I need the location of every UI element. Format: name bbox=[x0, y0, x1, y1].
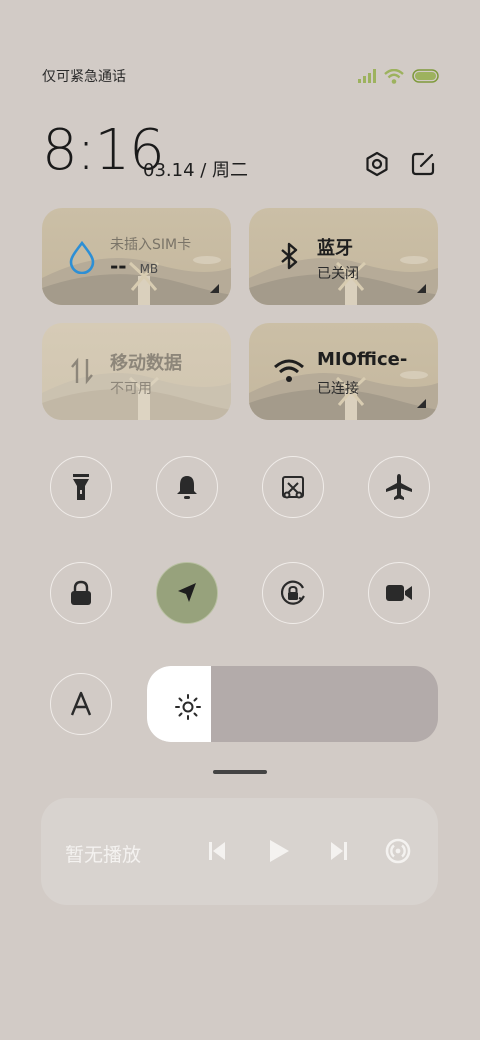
sim-card-status: 未插入SIM卡 bbox=[110, 237, 192, 253]
wifi-network-name: MIOffice- bbox=[317, 349, 408, 370]
expand-corner-icon bbox=[417, 284, 426, 293]
wifi-icon bbox=[384, 68, 404, 84]
bell-icon bbox=[177, 476, 197, 499]
bluetooth-title: 蓝牙 bbox=[317, 238, 353, 259]
flashlight-icon bbox=[73, 474, 89, 500]
wifi-icon bbox=[274, 359, 304, 382]
screenshot-toggle[interactable] bbox=[262, 456, 324, 518]
play-icon[interactable] bbox=[267, 838, 291, 864]
sun-icon bbox=[175, 694, 201, 720]
rotation-lock-icon bbox=[280, 580, 305, 605]
cast-icon[interactable] bbox=[384, 837, 412, 865]
bluetooth-status: 已关闭 bbox=[317, 266, 359, 282]
expand-corner-icon bbox=[210, 284, 219, 293]
location-icon bbox=[178, 583, 196, 602]
media-player-card[interactable]: 暂无播放 bbox=[41, 798, 438, 905]
settings-button[interactable] bbox=[363, 150, 391, 178]
edit-icon bbox=[411, 152, 435, 176]
sim-card-usage-value: -- bbox=[110, 254, 127, 278]
airplane-mode-toggle[interactable] bbox=[368, 456, 430, 518]
screenshot-icon bbox=[282, 476, 304, 499]
sim-card-usage-unit: MB bbox=[139, 262, 159, 276]
data-arrows-icon bbox=[71, 357, 93, 385]
settings-icon bbox=[366, 151, 388, 177]
mobile-data-title: 移动数据 bbox=[110, 353, 182, 374]
drag-handle[interactable] bbox=[213, 770, 267, 774]
wifi-tile[interactable]: MIOffice- 已连接 bbox=[249, 323, 438, 420]
sim-card-usage: -- MB bbox=[110, 254, 158, 278]
ringer-toggle[interactable] bbox=[156, 456, 218, 518]
media-status-label: 暂无播放 bbox=[65, 844, 142, 866]
status-icons bbox=[358, 67, 440, 85]
location-toggle[interactable] bbox=[156, 562, 218, 624]
signal-icon bbox=[358, 69, 376, 83]
edit-button[interactable] bbox=[409, 150, 437, 178]
rotation-lock-toggle[interactable] bbox=[262, 562, 324, 624]
brightness-slider[interactable] bbox=[147, 666, 438, 742]
video-camera-icon bbox=[386, 585, 412, 601]
expand-corner-icon bbox=[417, 399, 426, 408]
bluetooth-icon bbox=[281, 242, 298, 270]
lock-screen-toggle[interactable] bbox=[50, 562, 112, 624]
sim-card-tile[interactable]: 未插入SIM卡 -- MB bbox=[42, 208, 231, 305]
battery-icon bbox=[412, 69, 439, 83]
bluetooth-tile[interactable]: 蓝牙 已关闭 bbox=[249, 208, 438, 305]
flashlight-toggle[interactable] bbox=[50, 456, 112, 518]
water-drop-icon bbox=[69, 240, 95, 274]
mobile-data-tile[interactable]: 移动数据 不可用 bbox=[42, 323, 231, 420]
status-carrier-text: 仅可紧急通话 bbox=[42, 69, 126, 85]
next-icon[interactable] bbox=[329, 840, 349, 862]
auto-brightness-icon bbox=[70, 691, 92, 716]
wifi-status: 已连接 bbox=[317, 381, 359, 397]
previous-icon[interactable] bbox=[207, 840, 227, 862]
date-text: 03.14 / 周二 bbox=[143, 160, 249, 181]
lock-icon bbox=[71, 580, 91, 605]
airplane-icon bbox=[386, 474, 412, 500]
mobile-data-status: 不可用 bbox=[110, 381, 152, 397]
screen-record-toggle[interactable] bbox=[368, 562, 430, 624]
auto-brightness-toggle[interactable] bbox=[50, 673, 112, 735]
